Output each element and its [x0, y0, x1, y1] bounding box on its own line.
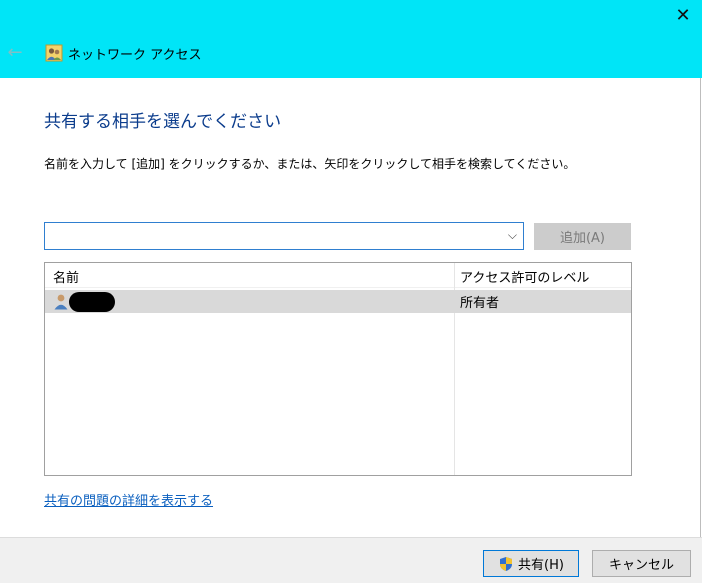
sharing-problems-link[interactable]: 共有の問題の詳細を表示する	[44, 490, 213, 509]
column-header-name[interactable]: 名前	[53, 263, 79, 289]
user-name-combobox[interactable]: ⌵	[44, 222, 524, 250]
title-bar: ✕ ← ネットワーク アクセス	[0, 0, 702, 78]
redacted-name	[69, 292, 115, 312]
chevron-down-icon[interactable]: ⌵	[508, 228, 517, 243]
permission-level-cell[interactable]: 所有者	[460, 290, 499, 313]
instruction-text: 名前を入力して [追加] をクリックするか、または、矢印をクリックして相手を検索…	[44, 157, 576, 171]
sharing-list[interactable]: 名前 アクセス許可のレベル 所有者	[44, 262, 632, 476]
add-button[interactable]: 追加(A)	[534, 223, 631, 250]
window-title: ネットワーク アクセス	[68, 48, 202, 63]
uac-shield-icon	[500, 556, 513, 571]
header-divider	[45, 287, 631, 288]
user-icon	[54, 294, 68, 310]
page-heading: 共有する相手を選んでください	[44, 112, 282, 132]
close-icon[interactable]: ✕	[664, 0, 702, 30]
back-arrow-icon[interactable]: ←	[4, 41, 26, 63]
cancel-button[interactable]: キャンセル	[592, 550, 691, 577]
column-header-permission-level[interactable]: アクセス許可のレベル	[460, 263, 589, 289]
dialog-footer: 共有(H) キャンセル	[0, 537, 702, 583]
dialog-content: 共有する相手を選んでください 名前を入力して [追加] をクリックするか、または…	[0, 78, 701, 537]
share-button[interactable]: 共有(H)	[483, 550, 579, 577]
list-item[interactable]: 所有者	[45, 290, 631, 313]
share-button-label: 共有(H)	[518, 558, 564, 573]
network-users-icon	[45, 44, 63, 62]
